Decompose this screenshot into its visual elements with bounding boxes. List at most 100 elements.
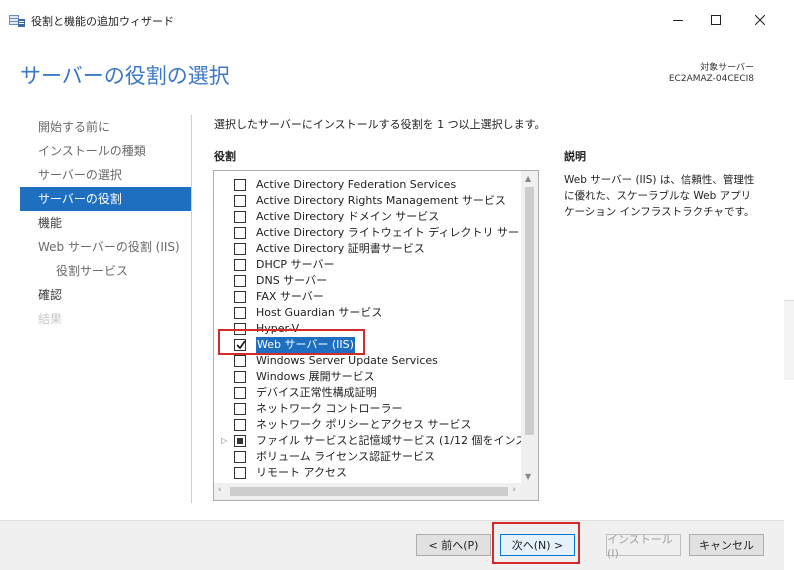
role-checkbox[interactable] — [234, 227, 246, 239]
role-label[interactable]: DNS サーバー — [256, 273, 327, 289]
role-checkbox[interactable] — [234, 339, 246, 351]
role-checkbox[interactable] — [234, 195, 246, 207]
role-label[interactable]: Active Directory ライトウェイト ディレクトリ サービス — [256, 225, 538, 241]
role-label[interactable]: ボリューム ライセンス認証サービス — [256, 449, 435, 465]
role-label[interactable]: Windows 展開サービス — [256, 369, 375, 385]
scrollbar-corner — [521, 483, 538, 500]
role-label[interactable]: Active Directory ドメイン サービス — [256, 209, 439, 225]
role-row[interactable]: Active Directory Federation Services — [214, 177, 520, 193]
role-label[interactable]: Hyper-V — [256, 321, 299, 337]
role-row[interactable]: Active Directory ドメイン サービス — [214, 209, 520, 225]
role-label[interactable]: FAX サーバー — [256, 289, 324, 305]
roles-heading: 役割 — [214, 150, 236, 163]
role-row[interactable]: ネットワーク ポリシーとアクセス サービス — [214, 417, 520, 433]
nav-step-item[interactable]: 開始する前に — [20, 115, 191, 139]
role-checkbox[interactable] — [234, 275, 246, 287]
role-checkbox[interactable] — [234, 435, 246, 447]
roles-list-items: Active Directory Federation Services Acti… — [214, 177, 538, 481]
role-label[interactable]: DHCP サーバー — [256, 257, 334, 273]
role-label[interactable]: デバイス正常性構成証明 — [256, 385, 377, 401]
scroll-down-icon[interactable]: ▼ — [525, 472, 531, 481]
role-checkbox[interactable] — [234, 419, 246, 431]
wizard-window: 役割と機能の追加ウィザード サーバーの役割の選択 対象サーバー EC2AMAZ-… — [0, 0, 794, 570]
nav-step-item[interactable]: サーバーの役割 — [20, 187, 191, 211]
wizard-footer: < 前へ(P) 次へ(N) > インストール(I) キャンセル — [0, 520, 784, 570]
role-row[interactable]: Active Directory ライトウェイト ディレクトリ サービス — [214, 225, 538, 241]
nav-step-item[interactable]: Web サーバーの役割 (IIS) — [20, 235, 191, 259]
role-row[interactable]: Active Directory 証明書サービス — [214, 241, 520, 257]
instruction-text: 選択したサーバーにインストールする役割を 1 つ以上選択します。 — [214, 118, 546, 131]
role-checkbox[interactable] — [234, 243, 246, 255]
description-text: Web サーバー (IIS) は、信頼性、管理性に優れた、スケーラブルな Web… — [564, 174, 755, 218]
role-checkbox[interactable] — [234, 387, 246, 399]
window-title: 役割と機能の追加ウィザード — [31, 15, 174, 28]
next-button[interactable]: 次へ(N) > — [500, 534, 575, 556]
nav-divider — [191, 115, 192, 503]
role-label[interactable]: Active Directory Rights Management サービス — [256, 193, 506, 209]
role-label[interactable]: Active Directory Federation Services — [256, 177, 456, 193]
horizontal-scrollbar[interactable]: ‹ › — [214, 483, 538, 500]
role-row[interactable]: Active Directory Rights Management サービス — [214, 193, 520, 209]
vertical-scroll-thumb[interactable] — [525, 187, 534, 435]
wizard-steps-nav: 開始する前に インストールの種類 サーバーの選択 サーバーの役割 機能 Web サーバーの… — [20, 115, 191, 331]
previous-button[interactable]: < 前へ(P) — [416, 534, 491, 556]
role-row[interactable]: Windows Server Update Services — [214, 353, 520, 369]
title-bar: 役割と機能の追加ウィザード — [0, 0, 794, 40]
description-heading: 説明 — [564, 150, 586, 163]
role-checkbox[interactable] — [234, 179, 246, 191]
role-row[interactable]: Host Guardian サービス — [214, 305, 520, 321]
role-label[interactable]: Web サーバー (IIS) — [256, 337, 355, 353]
role-label[interactable]: Windows Server Update Services — [256, 353, 438, 369]
role-checkbox[interactable] — [234, 291, 246, 303]
role-label[interactable]: ネットワーク ポリシーとアクセス サービス — [256, 417, 471, 433]
horizontal-scroll-thumb[interactable] — [230, 487, 508, 496]
role-row[interactable]: DHCP サーバー — [214, 257, 520, 273]
expand-arrow-icon[interactable]: ▷ — [221, 433, 227, 449]
nav-step-item[interactable]: インストールの種類 — [20, 139, 191, 163]
nav-step-item[interactable]: 役割サービス — [20, 259, 191, 283]
role-checkbox[interactable] — [234, 467, 246, 479]
close-icon[interactable] — [740, 0, 780, 40]
role-checkbox[interactable] — [234, 451, 246, 463]
cancel-button[interactable]: キャンセル — [689, 534, 764, 556]
role-row[interactable]: Hyper-V — [214, 321, 520, 337]
role-row[interactable]: ▷ ファイル サービスと記憶域サービス (1/12 個をインストール済 — [214, 433, 538, 449]
destination-server-label: 対象サーバー — [700, 63, 754, 73]
role-row[interactable]: Web サーバー (IIS) — [214, 337, 520, 353]
scroll-right-icon[interactable]: › — [512, 485, 516, 495]
roles-list[interactable]: Active Directory Federation Services Acti… — [213, 170, 539, 501]
vertical-scrollbar[interactable]: ▲ ▼ — [521, 171, 538, 484]
role-label[interactable]: Active Directory 証明書サービス — [256, 241, 425, 257]
scroll-left-icon[interactable]: ‹ — [218, 485, 222, 495]
role-checkbox[interactable] — [234, 323, 246, 335]
role-row[interactable]: リモート アクセス — [214, 465, 520, 481]
role-label[interactable]: リモート アクセス — [256, 465, 347, 481]
role-label[interactable]: ファイル サービスと記憶域サービス (1/12 個をインストール済 — [256, 433, 538, 449]
page-title: サーバーの役割の選択 — [20, 64, 230, 88]
role-label[interactable]: Host Guardian サービス — [256, 305, 382, 321]
minimize-icon[interactable] — [658, 0, 698, 40]
role-checkbox[interactable] — [234, 211, 246, 223]
maximize-icon[interactable] — [696, 0, 736, 40]
role-row[interactable]: DNS サーバー — [214, 273, 520, 289]
destination-server-name: EC2AMAZ-04CECI8 — [668, 74, 754, 84]
background-edge — [784, 300, 794, 380]
scroll-up-icon[interactable]: ▲ — [525, 174, 531, 183]
role-row[interactable]: FAX サーバー — [214, 289, 520, 305]
server-manager-icon — [9, 13, 25, 27]
role-checkbox[interactable] — [234, 307, 246, 319]
role-checkbox[interactable] — [234, 403, 246, 415]
role-row[interactable]: ボリューム ライセンス認証サービス — [214, 449, 520, 465]
role-row[interactable]: デバイス正常性構成証明 — [214, 385, 520, 401]
role-row[interactable]: ネットワーク コントローラー — [214, 401, 520, 417]
nav-step-item: 結果 — [38, 312, 63, 326]
role-row[interactable]: Windows 展開サービス — [214, 369, 520, 385]
install-button[interactable]: インストール(I) — [606, 533, 681, 560]
nav-step-item[interactable]: サーバーの選択 — [20, 163, 191, 187]
role-label[interactable]: ネットワーク コントローラー — [256, 401, 403, 417]
nav-step-item[interactable]: 機能 — [20, 211, 191, 235]
nav-step-item[interactable]: 確認 — [20, 283, 191, 307]
role-checkbox[interactable] — [234, 259, 246, 271]
role-checkbox[interactable] — [234, 355, 246, 367]
role-checkbox[interactable] — [234, 371, 246, 383]
